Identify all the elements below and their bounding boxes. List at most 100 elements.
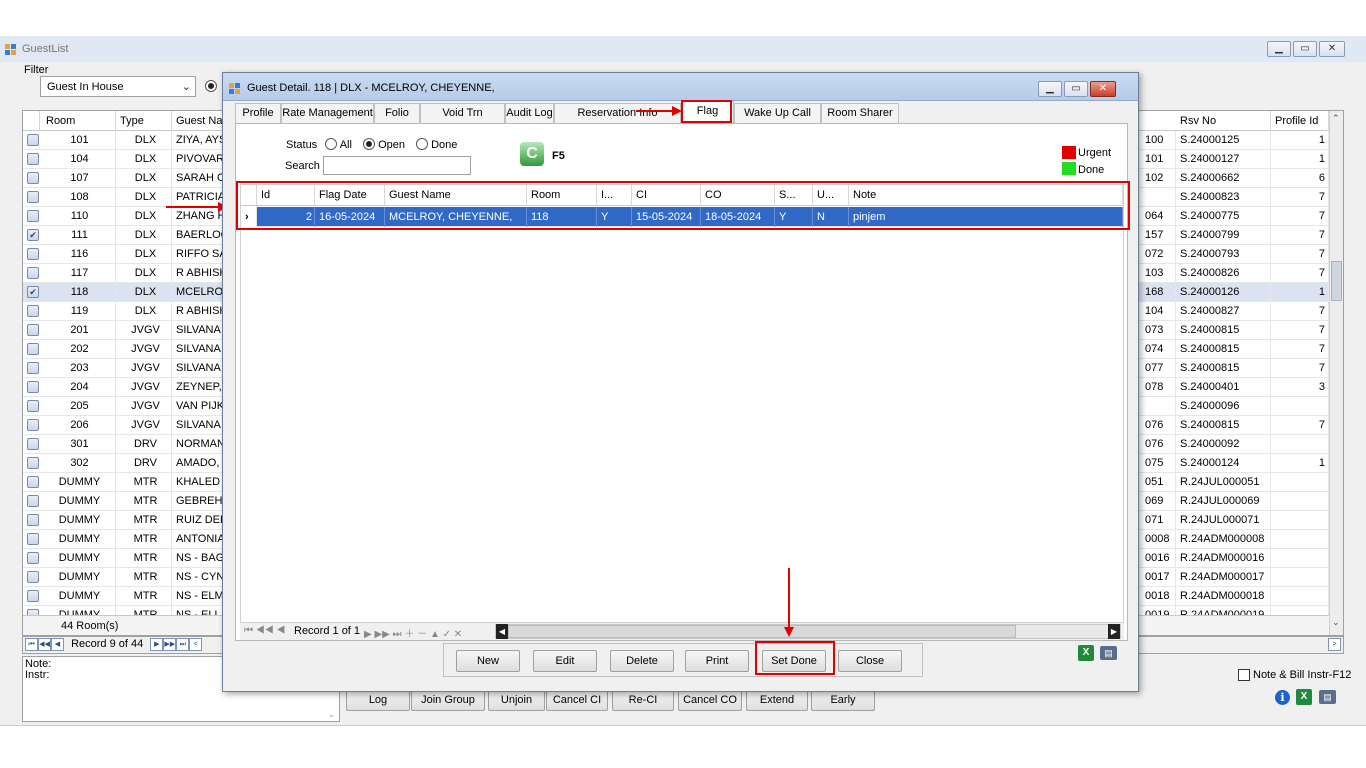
row-checkbox-icon[interactable]	[27, 362, 39, 374]
hscroll-left-icon[interactable]: ◀	[496, 624, 508, 639]
main-button-re-ci[interactable]: Re-CI	[612, 689, 674, 711]
row-checkbox-icon[interactable]	[27, 381, 39, 393]
close-window-button[interactable]: ✕	[1319, 41, 1345, 57]
main-button-unjoin[interactable]: Unjoin	[488, 689, 545, 711]
tab-room-sharer[interactable]: Room Sharer	[821, 103, 899, 123]
status-done-radio[interactable]: Done	[416, 138, 457, 151]
flag-first-icons[interactable]: ⏮ ◀◀ ◀	[244, 625, 285, 636]
cell-room: 111	[40, 226, 116, 244]
minimize-button[interactable]: ▁	[1267, 41, 1291, 57]
first-record-icon[interactable]: ⏮	[25, 638, 38, 651]
printer-icon[interactable]: ▤	[1319, 690, 1336, 704]
row-checkbox-icon[interactable]	[27, 343, 39, 355]
tab-audit-log[interactable]: Audit Log	[505, 103, 554, 123]
col-profile-id[interactable]: Profile Id	[1271, 111, 1329, 131]
print-button[interactable]: Print	[685, 650, 749, 672]
prev-page-icon[interactable]: ◀◀	[38, 638, 51, 651]
scroll-up-icon[interactable]: ⌃	[1332, 113, 1340, 124]
next-record-icon[interactable]: ▶	[150, 638, 164, 651]
cell-type: DLX	[116, 264, 172, 282]
main-button-join-group[interactable]: Join Group	[411, 689, 485, 711]
next-page-icon[interactable]: ▶▶	[163, 638, 177, 651]
main-button-early[interactable]: Early	[811, 689, 875, 711]
col-rsv-no[interactable]: Rsv No	[1176, 111, 1271, 131]
col-room[interactable]: Room	[40, 111, 116, 131]
cell-room: DUMMY	[40, 568, 116, 586]
filter-radio[interactable]	[205, 80, 217, 93]
row-checkbox-icon[interactable]	[27, 438, 39, 450]
row-checkbox-icon[interactable]	[27, 210, 39, 222]
cell-profile-id: 1	[1271, 283, 1329, 301]
row-checkbox-icon[interactable]	[27, 191, 39, 203]
row-checkbox-icon[interactable]	[27, 552, 39, 564]
row-checkbox-icon[interactable]	[27, 476, 39, 488]
hscroll-right-icon[interactable]: ▶	[1108, 624, 1120, 639]
prev-record-icon[interactable]: ◀	[51, 638, 64, 651]
new-button[interactable]: New	[456, 650, 520, 672]
cell-room: DUMMY	[40, 492, 116, 510]
cell-number: 0018	[1141, 587, 1176, 605]
cell-number: 168	[1141, 283, 1176, 301]
hscroll-thumb[interactable]	[508, 625, 1016, 638]
row-checkbox-icon[interactable]	[27, 267, 39, 279]
main-button-cancel-co[interactable]: Cancel CO	[678, 689, 742, 711]
scroll-right-icon[interactable]: >	[1328, 638, 1341, 651]
note-bill-checkbox[interactable]	[1238, 669, 1250, 681]
main-button-cancel-ci[interactable]: Cancel CI	[546, 689, 608, 711]
instr-label: Instr:	[25, 669, 50, 681]
row-checkbox-icon[interactable]	[27, 457, 39, 469]
row-checkbox-icon[interactable]	[27, 248, 39, 260]
row-checkbox-icon[interactable]	[27, 419, 39, 431]
delete-button[interactable]: Delete	[610, 650, 674, 672]
dialog-close-button[interactable]: ✕	[1090, 81, 1116, 97]
flag-hscrollbar[interactable]: ◀ ▶	[495, 624, 1121, 639]
row-checkbox-icon[interactable]	[27, 533, 39, 545]
close-button[interactable]: Close	[838, 650, 902, 672]
scroll-left-icon[interactable]: <	[189, 638, 203, 651]
tab-void-trn[interactable]: Void Trn	[420, 103, 505, 123]
dialog-printer-icon[interactable]: ▤	[1100, 646, 1117, 660]
row-checkbox-icon[interactable]	[27, 590, 39, 602]
annotation-box-flag-grid	[236, 181, 1130, 230]
search-input[interactable]	[323, 156, 471, 175]
row-checkbox-icon[interactable]	[27, 495, 39, 507]
cell-type: DLX	[116, 302, 172, 320]
row-checkbox-icon[interactable]	[27, 514, 39, 526]
main-button-log[interactable]: Log	[346, 689, 410, 711]
excel-export-icon[interactable]: X	[1296, 689, 1312, 705]
tab-reservation-info[interactable]: Reservation Info	[554, 103, 681, 123]
vertical-scrollbar[interactable]: ⌃ ⌄	[1329, 111, 1343, 635]
status-all-radio[interactable]: All	[325, 138, 352, 151]
annotation-arrowhead-set-done	[784, 627, 794, 637]
status-open-radio[interactable]: Open	[363, 138, 405, 151]
tab-wake-up-call[interactable]: Wake Up Call	[734, 103, 821, 123]
info-icon[interactable]: i	[1275, 690, 1290, 705]
refresh-icon[interactable]: C	[520, 142, 544, 166]
last-record-icon[interactable]: ⏭	[176, 638, 190, 651]
tab-rate-management[interactable]: Rate Management	[281, 103, 374, 123]
row-checkbox-icon[interactable]	[27, 172, 39, 184]
filter-combo[interactable]: Guest In House ⌄	[40, 76, 196, 97]
row-checkbox-icon[interactable]: ✔	[27, 286, 39, 298]
row-checkbox-icon[interactable]	[27, 324, 39, 336]
edit-button[interactable]: Edit	[533, 650, 597, 672]
scroll-thumb[interactable]	[1331, 261, 1342, 301]
note-scroll-down-icon[interactable]: ⌄	[328, 709, 336, 720]
tab-profile[interactable]: Profile	[235, 103, 281, 123]
row-checkbox-icon[interactable]	[27, 571, 39, 583]
dialog-excel-icon[interactable]: X	[1078, 645, 1094, 661]
tab-folio[interactable]: Folio	[374, 103, 420, 123]
dialog-minimize-button[interactable]: ▁	[1038, 81, 1062, 97]
dialog-maximize-button[interactable]: ▭	[1064, 81, 1088, 97]
scroll-down-icon[interactable]: ⌄	[1332, 617, 1340, 628]
cell-rsv-no: S.24000815	[1176, 321, 1271, 339]
main-button-extend[interactable]: Extend	[746, 689, 808, 711]
col-type[interactable]: Type	[116, 111, 172, 131]
row-checkbox-icon[interactable]	[27, 153, 39, 165]
row-checkbox-icon[interactable]	[27, 134, 39, 146]
row-checkbox-icon[interactable]	[27, 400, 39, 412]
row-checkbox-icon[interactable]	[27, 305, 39, 317]
row-checkbox-icon[interactable]: ✔	[27, 229, 39, 241]
maximize-button[interactable]: ▭	[1293, 41, 1317, 57]
flag-next-icons[interactable]: ▶ ▶▶ ⏭ ＋ － ▲ ✓ ✕	[364, 625, 462, 640]
